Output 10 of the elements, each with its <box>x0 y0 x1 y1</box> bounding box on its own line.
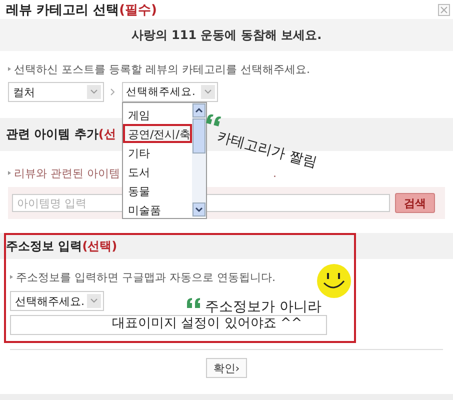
annotation-text: 대표이미지 설정이 있어야죠 ^^ <box>112 316 302 331</box>
hint-text: 주소정보를 입력하면 구글맵과 자동으로 연동됩니다. <box>16 270 276 284</box>
hint-text: 선택하신 포스트를 등록할 레뷰의 카테고리를 선택해주세요. <box>14 62 310 76</box>
banner: 사랑의 111 운동에 동참해 보세요. <box>0 19 453 51</box>
annotation-text: 주소정보가 아니라 <box>205 298 322 316</box>
hint-text: . <box>273 166 276 180</box>
section-title: 관련 아이템 추가(선 <box>6 126 116 143</box>
dialog-title: 레뷰 카테고리 선택(필수) <box>6 2 157 18</box>
hint-text: 리뷰와 관련된 아이템 <box>14 166 120 180</box>
section-title: 주소정보 입력(선택) <box>6 238 118 254</box>
